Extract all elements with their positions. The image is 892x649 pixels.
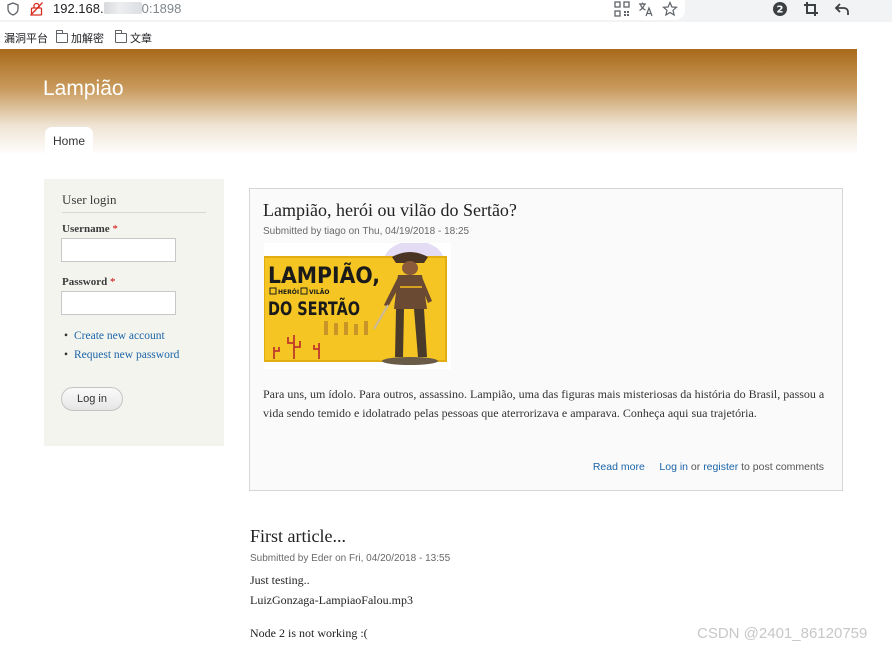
bookmark-crypto-folder[interactable]: 加解密 — [56, 30, 104, 46]
bookmark-label: 漏洞平台 — [4, 32, 48, 45]
star-icon[interactable] — [662, 1, 678, 17]
article-links: Read more Log in or register to post com… — [593, 461, 824, 473]
poster-option-villain: VILÃO — [309, 289, 329, 296]
article-node-1: Lampião, herói ou vilão do Sertão? Submi… — [249, 188, 843, 491]
required-mark: * — [112, 223, 118, 235]
username-label-text: Username — [62, 223, 110, 235]
username-label: Username * — [62, 223, 118, 235]
folder-icon — [56, 30, 68, 43]
log-in-link[interactable]: Log in — [659, 461, 688, 473]
post-comments-text: to post comments — [741, 461, 824, 473]
url-port: 0:1898 — [141, 1, 182, 16]
list-item: Request new password — [64, 349, 179, 368]
url-text[interactable]: 192.168. 0:1898 — [53, 1, 181, 16]
badge-count: 2 — [777, 5, 784, 16]
extension-badge-icon[interactable]: 2 — [772, 1, 788, 17]
required-mark: * — [109, 276, 116, 288]
list-item: Create new account — [64, 330, 179, 349]
submitted-info: Submitted by tiago on Thu, 04/19/2018 - … — [263, 226, 469, 237]
post-date: on Fri, 04/20/2018 - 13:55 — [335, 553, 451, 564]
article2-line-node2: Node 2 is not working :( — [250, 626, 368, 640]
username-input[interactable] — [61, 238, 176, 262]
bookmarks-bar: 漏洞平台 加解密 文章 — [0, 27, 892, 47]
article-title-2[interactable]: First article... — [250, 526, 346, 547]
qr-code-icon[interactable] — [614, 1, 630, 17]
bookmark-label: 文章 — [130, 32, 152, 45]
article2-line-mp3: LuizGonzaga-LampiaoFalou.mp3 — [250, 593, 413, 607]
login-links: Create new account Request new password — [64, 330, 179, 368]
poster-option-hero: HERÓI — [278, 289, 299, 296]
address-bar[interactable]: 192.168. 0:1898 — [0, 0, 685, 20]
site-header: Lampião Home — [0, 49, 857, 155]
translate-icon[interactable] — [638, 1, 654, 17]
lampiao-poster-image: LAMPIÃO, HERÓI VILÃO DO SERTÃO — [264, 243, 447, 365]
block-title: User login — [62, 192, 206, 213]
poster-line2: DO SERTÃO — [268, 296, 360, 320]
shield-icon[interactable] — [7, 2, 19, 16]
poster-line1: LAMPIÃO, — [268, 263, 380, 289]
bookmark-label: 加解密 — [71, 32, 104, 45]
read-more-link[interactable]: Read more — [593, 461, 645, 473]
author-name[interactable]: tiago — [324, 226, 346, 237]
crop-icon[interactable] — [803, 1, 819, 17]
create-account-link[interactable]: Create new account — [74, 330, 165, 342]
password-label-text: Password — [62, 276, 108, 288]
watermark: CSDN @2401_86120759 — [697, 625, 868, 642]
article-title[interactable]: Lampião, herói ou vilão do Sertão? — [263, 200, 517, 221]
login-button[interactable]: Log in — [61, 387, 123, 411]
back-icon[interactable] — [834, 1, 850, 17]
request-password-link[interactable]: Request new password — [74, 349, 179, 361]
article-image: LAMPIÃO, HERÓI VILÃO DO SERTÃO — [264, 243, 451, 369]
password-label: Password * — [62, 276, 115, 288]
user-login-block: User login Username * Password * Create … — [44, 179, 224, 446]
post-date: on Thu, 04/19/2018 - 18:25 — [348, 226, 470, 237]
author-name[interactable]: Eder — [311, 553, 332, 564]
submitted-prefix: Submitted by — [263, 226, 322, 237]
browser-toolbar: 192.168. 0:1898 2 — [0, 0, 892, 22]
url-host: 192.168. — [53, 1, 104, 16]
register-link[interactable]: register — [703, 461, 738, 473]
folder-icon — [115, 30, 127, 43]
url-redacted — [103, 2, 142, 14]
or-text: or — [690, 461, 701, 473]
bookmark-vuln-platform[interactable]: 漏洞平台 — [4, 30, 48, 46]
site-name[interactable]: Lampião — [43, 77, 124, 101]
tab-home[interactable]: Home — [45, 127, 93, 155]
submitted-info-2: Submitted by Eder on Fri, 04/20/2018 - 1… — [250, 553, 450, 564]
insecure-lock-icon[interactable] — [30, 2, 43, 16]
article2-line-testing: Just testing.. — [250, 573, 310, 587]
bookmark-articles-folder[interactable]: 文章 — [115, 30, 152, 46]
article-body: Para uns, um ídolo. Para outros, assassi… — [263, 387, 825, 420]
password-input[interactable] — [61, 291, 176, 315]
submitted-prefix: Submitted by — [250, 553, 309, 564]
